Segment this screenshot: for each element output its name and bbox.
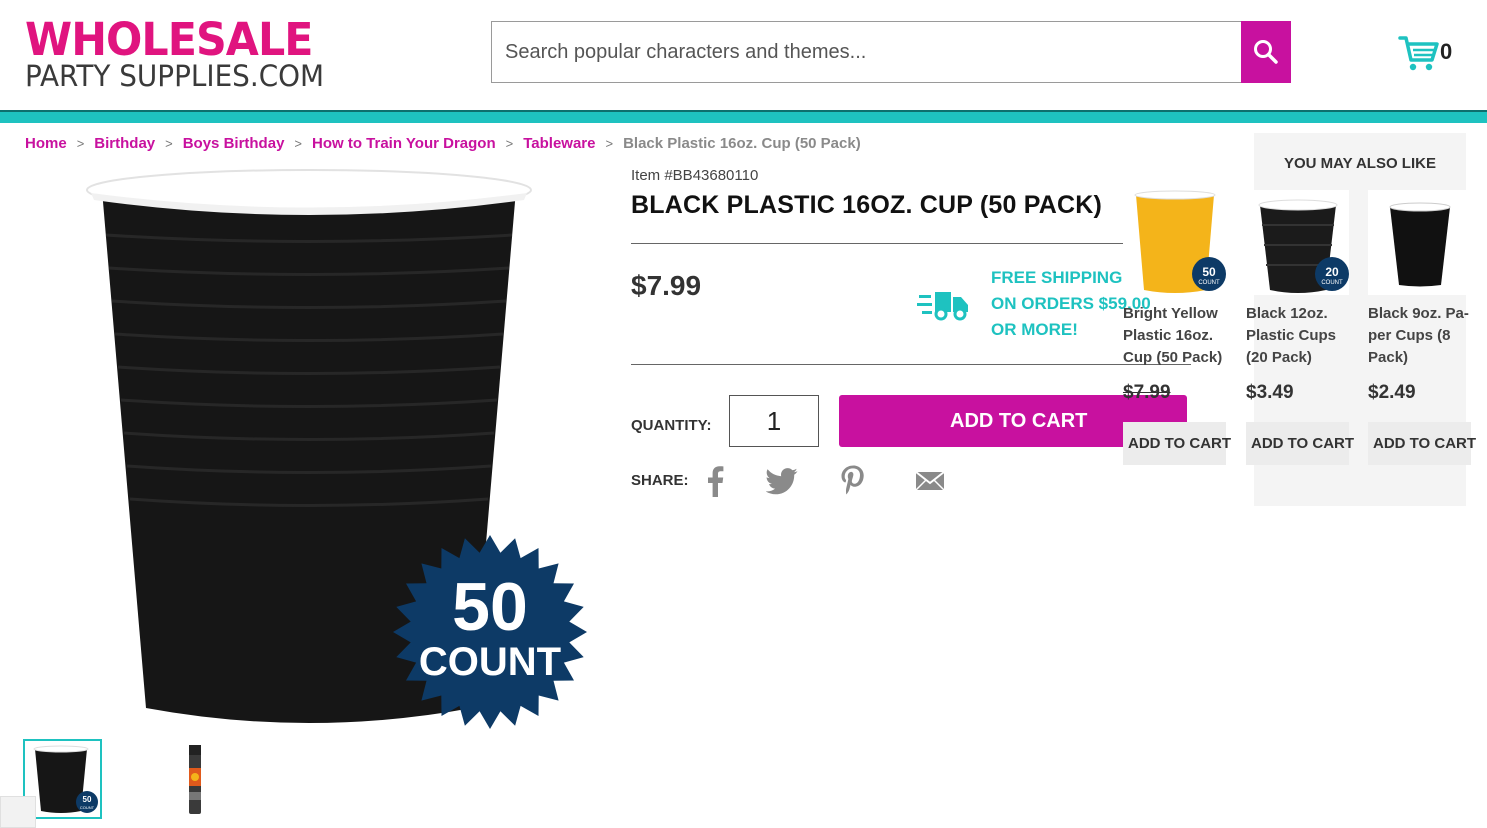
- search-button[interactable]: [1241, 21, 1291, 83]
- fast-shipping-truck-icon: [917, 286, 971, 322]
- site-logo[interactable]: WHOLESALE PARTY SUPPLIES.COM: [25, 13, 345, 93]
- item-number: Item #BB43680110: [631, 167, 759, 184]
- cart-count: 0: [1440, 39, 1453, 64]
- search-field: [491, 21, 1242, 83]
- count-badge-number: 20: [1325, 265, 1339, 279]
- recommendation-card[interactable]: 20 COUNT Black 12oz. Plastic Cups (20 Pa…: [1246, 190, 1354, 465]
- recommendation-add-to-cart-button[interactable]: ADD TO CART: [1123, 422, 1231, 465]
- breadcrumb-home[interactable]: Home: [25, 135, 67, 152]
- divider: [631, 243, 1123, 244]
- recommendation-name[interactable]: Bright Yellow Plastic 16oz. Cup (50 Pack…: [1123, 303, 1226, 369]
- promo-banner-bar: [0, 110, 1487, 123]
- breadcrumb-separator: >: [294, 136, 303, 151]
- recommendations-title: YOU MAY ALSO LIKE: [1284, 155, 1436, 172]
- black-cup-12oz-image: 20 COUNT: [1258, 199, 1349, 293]
- divider: [631, 364, 1191, 365]
- breadcrumb-separator: >: [605, 136, 614, 151]
- breadcrumb-current: Black Plastic 16oz. Cup (50 Pack): [623, 135, 861, 152]
- search-input[interactable]: [492, 22, 1242, 82]
- breadcrumb-separator: >: [505, 136, 514, 151]
- search-icon: [1254, 40, 1278, 64]
- email-icon[interactable]: [914, 464, 946, 498]
- quantity-label: QUANTITY:: [631, 417, 712, 434]
- facebook-icon[interactable]: [703, 464, 727, 498]
- pinterest-icon[interactable]: [838, 464, 868, 498]
- product-price: $7.99: [631, 270, 702, 301]
- breadcrumb-separator: >: [165, 136, 173, 151]
- product-main-image[interactable]: 50 COUNT: [80, 160, 600, 735]
- recommendation-image[interactable]: 20 COUNT: [1246, 190, 1349, 295]
- recommendation-add-to-cart-button[interactable]: ADD TO CART: [1246, 422, 1354, 465]
- logo-wordmark-bottom: PARTY SUPPLIES.COM: [25, 59, 325, 93]
- feedback-tab[interactable]: [0, 796, 36, 828]
- twitter-icon[interactable]: [765, 464, 799, 498]
- share-label: SHARE:: [631, 472, 689, 489]
- recommendation-price: $3.49: [1246, 382, 1294, 403]
- recommendation-image[interactable]: [1368, 190, 1471, 295]
- count-badge-number: 50: [452, 569, 528, 645]
- count-badge-word: COUNT: [1321, 280, 1343, 286]
- thumbnail-cup-image: 50 COUNT: [33, 745, 98, 813]
- recommendation-card[interactable]: Black 9oz. Pa-per Cups (8 Pack) $2.49 AD…: [1368, 190, 1476, 465]
- count-badge-word: COUNT: [419, 640, 561, 684]
- breadcrumb: Home > Birthday > Boys Birthday > How to…: [25, 135, 861, 152]
- recommendation-price: $2.49: [1368, 382, 1416, 403]
- breadcrumb-birthday[interactable]: Birthday: [94, 135, 155, 152]
- thumbnail-package-image: [189, 745, 201, 814]
- recommendation-card[interactable]: 50 COUNT Bright Yellow Plastic 16oz. Cup…: [1123, 190, 1231, 465]
- site-header: WHOLESALE PARTY SUPPLIES.COM 0: [0, 0, 1487, 110]
- recommendation-price: $7.99: [1123, 382, 1171, 403]
- recommendation-name[interactable]: Black 12oz. Plastic Cups (20 Pack): [1246, 303, 1349, 369]
- svg-text:COUNT: COUNT: [80, 805, 95, 810]
- breadcrumb-separator: >: [76, 136, 85, 151]
- thumbnail-package[interactable]: [180, 742, 210, 817]
- recommendation-name[interactable]: Black 9oz. Pa-per Cups (8 Pack): [1368, 303, 1471, 369]
- quantity-input[interactable]: [729, 395, 819, 447]
- breadcrumb-tableware[interactable]: Tableware: [523, 135, 595, 152]
- recommendation-image[interactable]: 50 COUNT: [1123, 190, 1226, 295]
- breadcrumb-how-to-train-your-dragon[interactable]: How to Train Your Dragon: [312, 135, 496, 152]
- shopping-cart-icon: [1398, 36, 1439, 71]
- recommendation-add-to-cart-button[interactable]: ADD TO CART: [1368, 422, 1476, 465]
- product-title: BLACK PLASTIC 16OZ. CUP (50 PACK): [631, 191, 1103, 219]
- logo-wordmark-top: WHOLESALE: [25, 13, 313, 66]
- svg-text:50: 50: [83, 795, 92, 804]
- count-badge-word: COUNT: [1198, 280, 1220, 286]
- yellow-cup-image: 50 COUNT: [1134, 190, 1226, 293]
- cart-button[interactable]: 0: [1398, 33, 1458, 73]
- black-cup-image: 50 COUNT: [86, 169, 587, 729]
- count-badge-number: 50: [1202, 265, 1216, 279]
- black-paper-cup-image: [1389, 202, 1451, 287]
- breadcrumb-boys-birthday[interactable]: Boys Birthday: [183, 135, 285, 152]
